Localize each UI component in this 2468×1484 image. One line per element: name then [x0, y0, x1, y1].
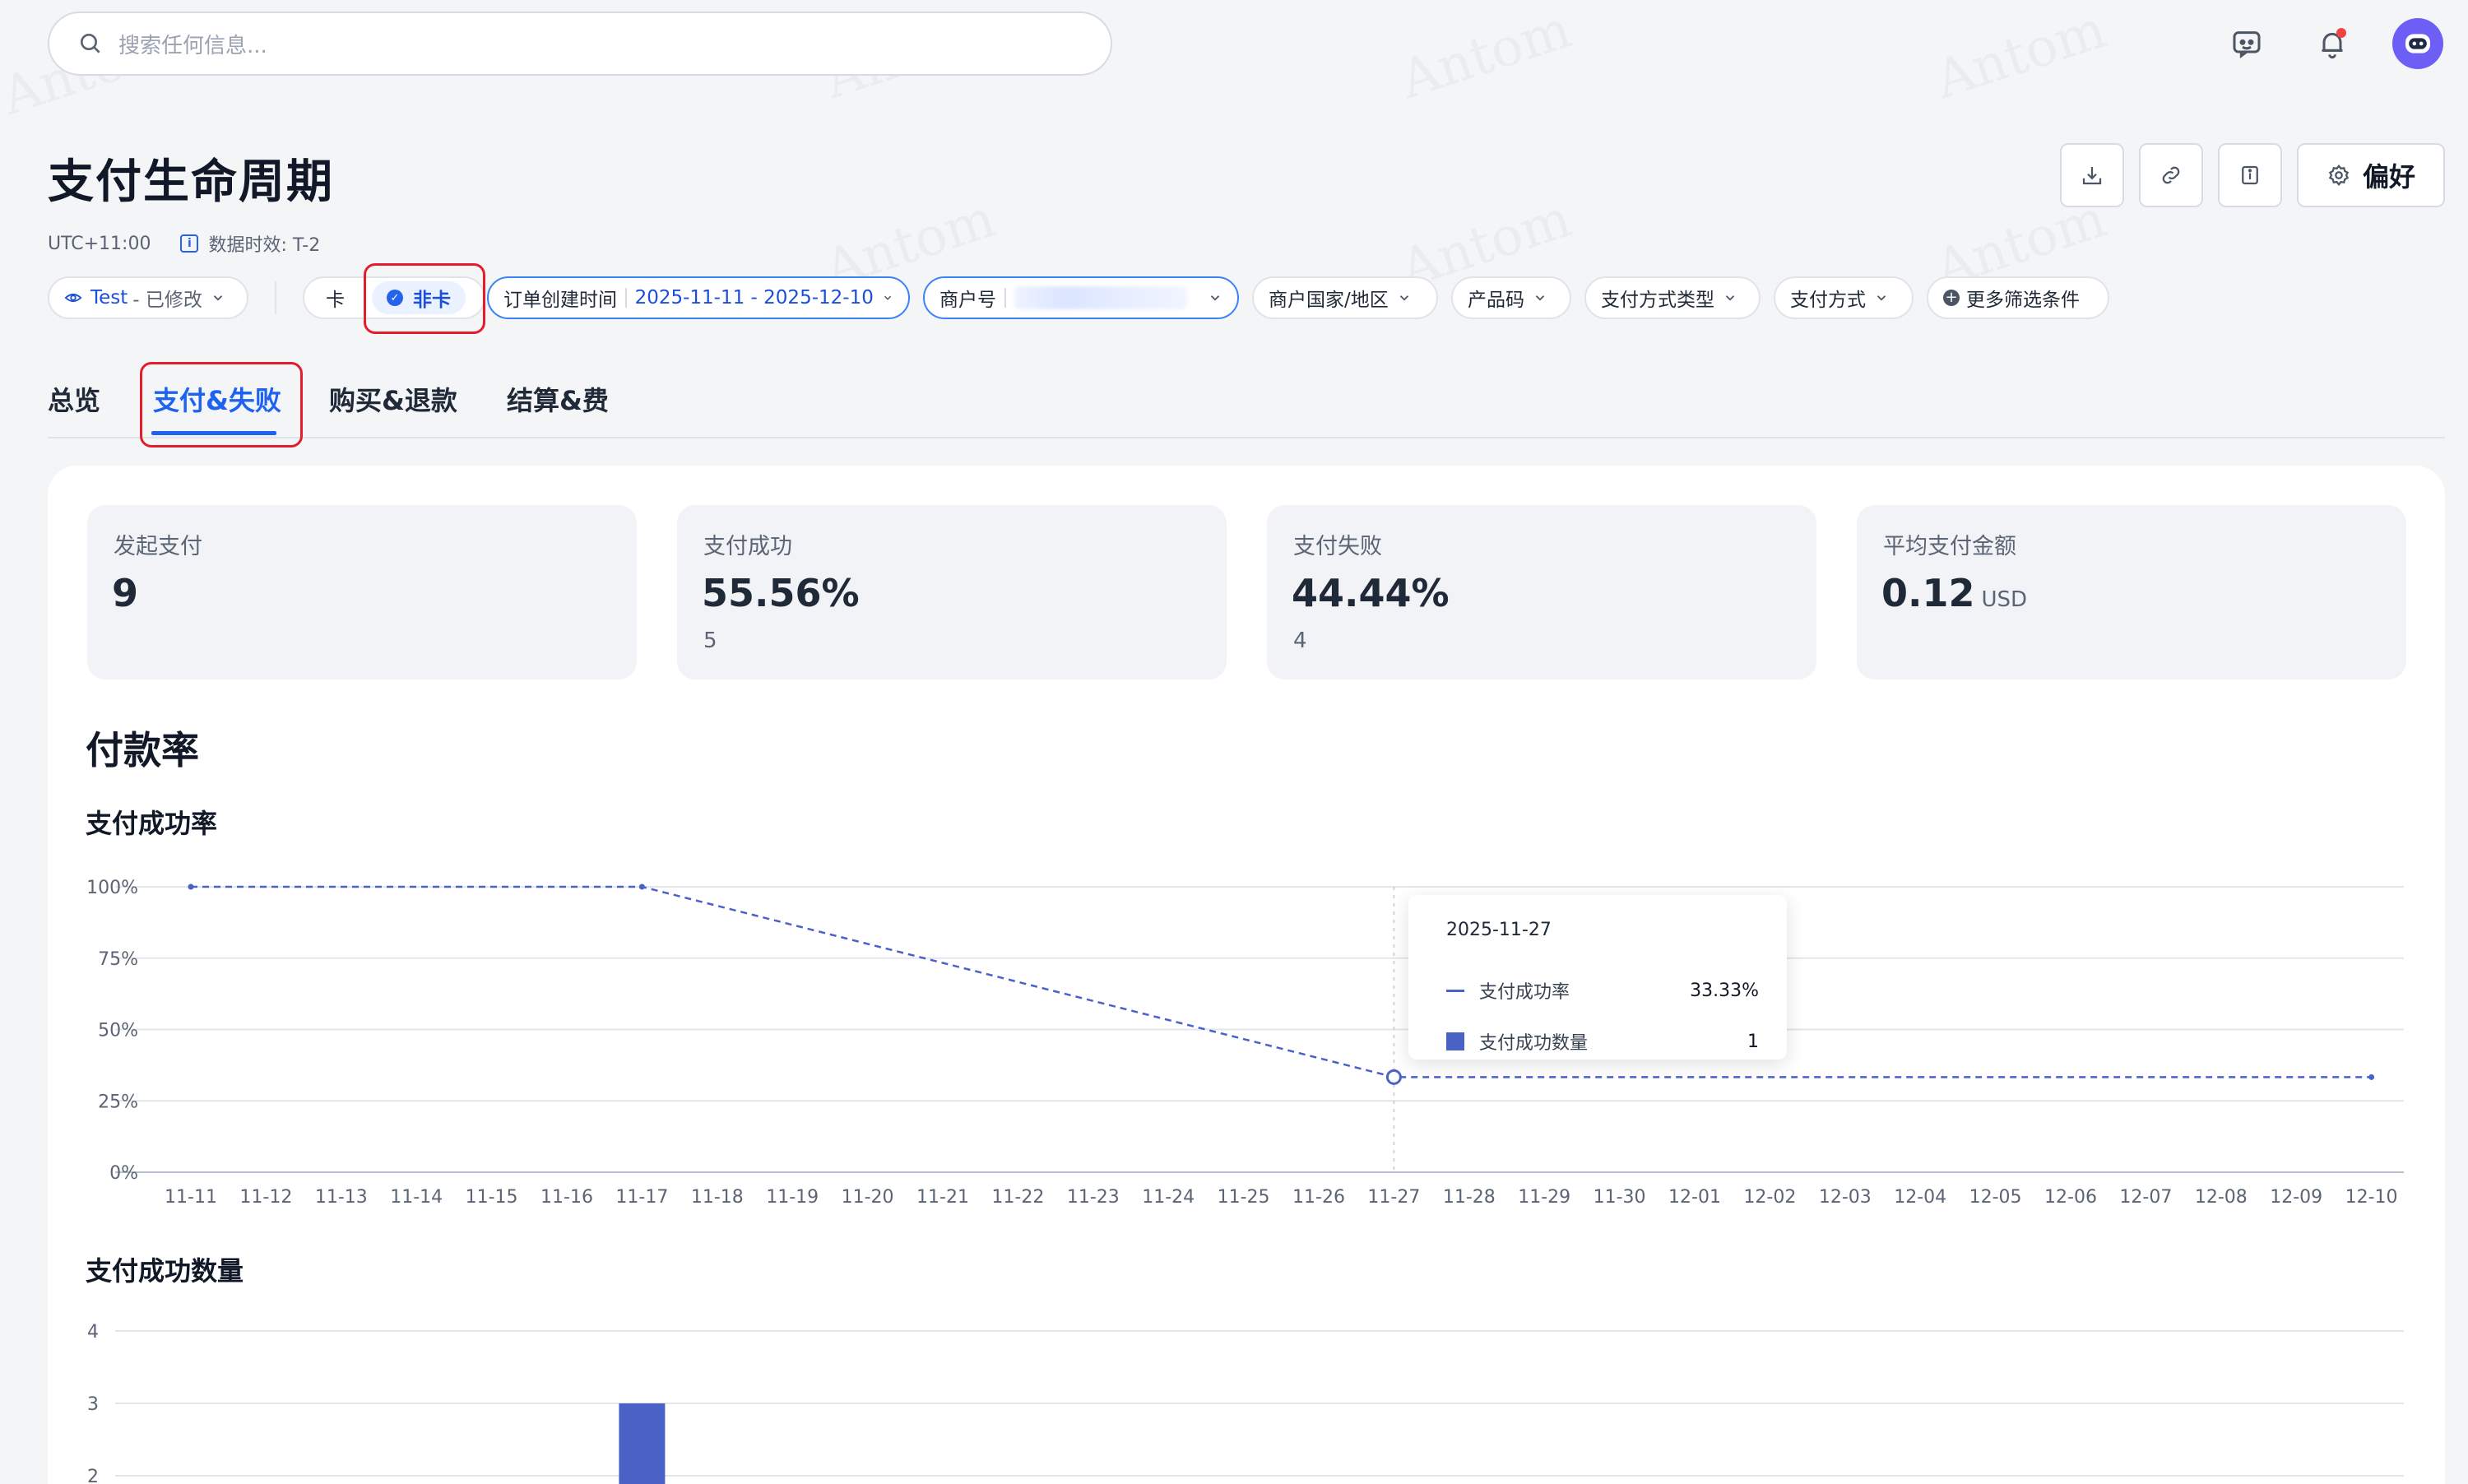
- x-tick-label: 11-25: [1218, 1187, 1270, 1208]
- x-tick-label: 11-14: [390, 1187, 443, 1208]
- x-tick-label: 11-13: [315, 1187, 368, 1208]
- x-tick-label: 11-22: [991, 1187, 1044, 1208]
- x-tick-label: 12-10: [2345, 1187, 2398, 1208]
- x-tick-label: 12-07: [2119, 1187, 2172, 1208]
- x-tick-label: 11-26: [1292, 1187, 1345, 1208]
- tooltip-date: 2025-11-27: [1446, 920, 1552, 940]
- charts-svg: 0% 25% 50% 75% 100% 11-11 11-12 11-13 11-14 11-15…: [86, 878, 2404, 1484]
- x-tick-label: 11-12: [239, 1187, 292, 1208]
- tooltip-row: 支付成功率 33.33%: [1446, 977, 1759, 1004]
- x-tick-label: 11-19: [766, 1187, 819, 1208]
- bar-marker-icon: [1446, 1032, 1464, 1050]
- tooltip-row: 支付成功数量 1: [1446, 1028, 1759, 1055]
- x-tick-label: 11-21: [916, 1187, 969, 1208]
- tooltip-series-name: 支付成功率: [1479, 982, 1570, 1003]
- x-tick-label: 11-23: [1067, 1187, 1120, 1208]
- y-tick-label: 100%: [86, 878, 138, 898]
- data-point: [638, 883, 645, 890]
- x-tick-label: 12-08: [2195, 1187, 2248, 1208]
- y-tick-label: 3: [87, 1394, 99, 1415]
- bar-success-count: [619, 1403, 666, 1484]
- page: Antom Antom Antom Antom Antom Antom Anto…: [0, 0, 2468, 1484]
- x-tick-label: 11-27: [1367, 1187, 1420, 1208]
- data-point: [188, 883, 194, 890]
- y-tick-label: 0%: [109, 1163, 138, 1184]
- tooltip-series-value: 33.33%: [1690, 980, 1759, 1001]
- x-tick-label: 11-16: [540, 1187, 593, 1208]
- x-tick-label: 11-11: [165, 1187, 217, 1208]
- y-tick-label: 4: [87, 1322, 99, 1343]
- y-tick-label: 25%: [98, 1092, 138, 1112]
- x-tick-label: 11-24: [1142, 1187, 1195, 1208]
- x-tick-label: 12-05: [1969, 1187, 2022, 1208]
- series-line-success-rate: [191, 885, 2372, 1078]
- x-tick-label: 11-15: [466, 1187, 518, 1208]
- y-tick-label: 50%: [98, 1021, 138, 1041]
- x-tick-label: 11-20: [842, 1187, 894, 1208]
- chart-tooltip: 2025-11-27 支付成功率 33.33% 支付成功数量 1: [1408, 895, 1787, 1060]
- line-marker-icon: [1446, 989, 1464, 992]
- data-point: [2368, 1074, 2375, 1080]
- y-tick-label: 75%: [98, 949, 138, 970]
- x-tick-label: 12-04: [1894, 1187, 1946, 1208]
- x-tick-label: 11-30: [1594, 1187, 1646, 1208]
- x-tick-label: 11-28: [1443, 1187, 1496, 1208]
- x-tick-label: 12-01: [1668, 1187, 1721, 1208]
- x-tick-label: 11-18: [691, 1187, 744, 1208]
- data-point: [1385, 1069, 1402, 1085]
- x-tick-label: 12-06: [2044, 1187, 2097, 1208]
- tooltip-series-name: 支付成功数量: [1479, 1033, 1589, 1054]
- x-tick-label: 12-02: [1743, 1187, 1796, 1208]
- x-tick-label: 12-03: [1819, 1187, 1872, 1208]
- x-tick-label: 11-29: [1518, 1187, 1570, 1208]
- tooltip-series-value: 1: [1747, 1031, 1759, 1052]
- x-tick-label: 12-09: [2270, 1187, 2322, 1208]
- y-tick-label: 2: [87, 1467, 99, 1484]
- x-tick-label: 11-17: [615, 1187, 668, 1208]
